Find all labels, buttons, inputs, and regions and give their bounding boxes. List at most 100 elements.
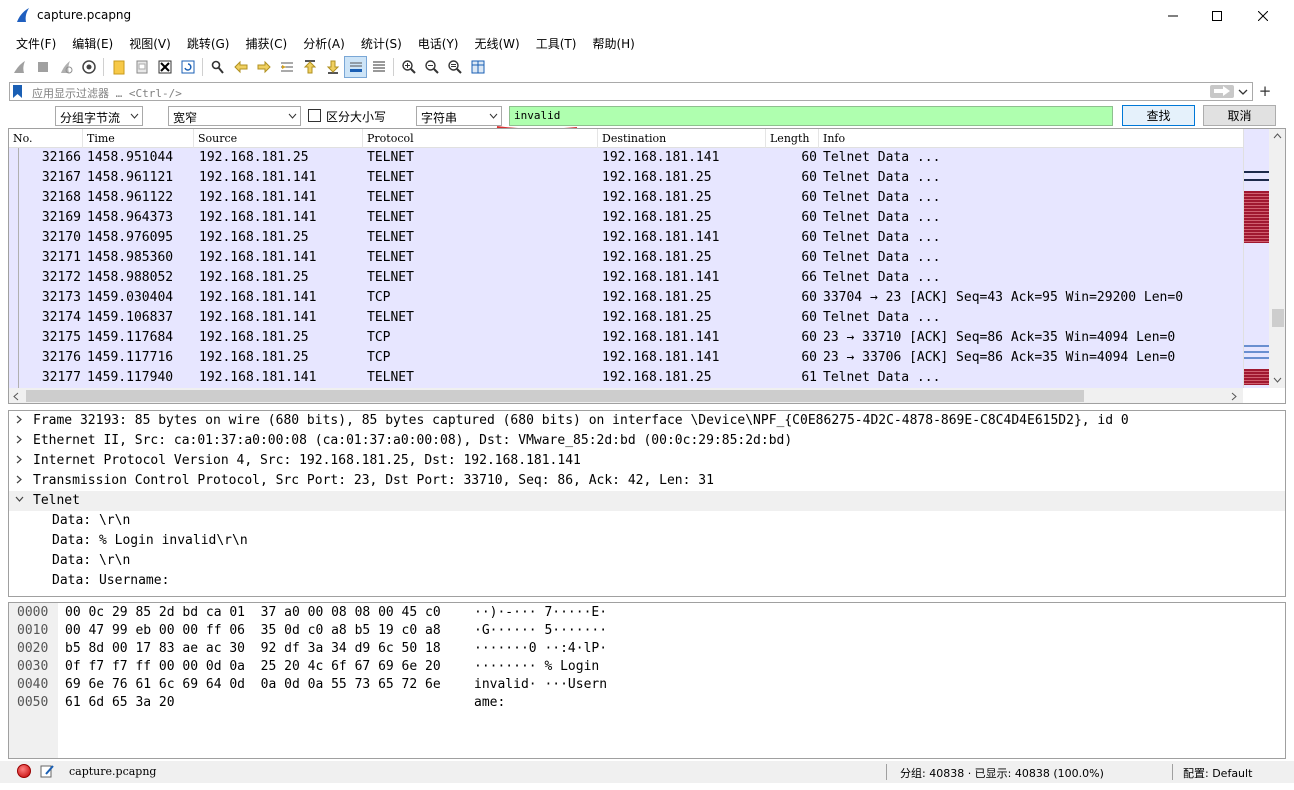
column-header-source[interactable]: Source: [194, 129, 363, 148]
chevron-right-icon[interactable]: [1231, 392, 1237, 401]
menu-analyze[interactable]: 分析(A): [295, 32, 353, 54]
detail-protocol-row[interactable]: Telnet: [9, 491, 1285, 511]
packet-row[interactable]: 32170 1458.976095 192.168.181.25 TELNET 192.…: [9, 228, 1243, 248]
restart-capture-button[interactable]: [54, 56, 77, 78]
chevron-up-icon[interactable]: [1273, 133, 1282, 139]
column-header-destination[interactable]: Destination: [598, 129, 766, 148]
packet-row[interactable]: 32166 1458.951044 192.168.181.25 TELNET 192.…: [9, 148, 1243, 168]
detail-field-row[interactable]: Data: \r\n: [9, 511, 1285, 531]
column-header-no[interactable]: No.: [9, 129, 83, 148]
detail-protocol-row[interactable]: Transmission Control Protocol, Src Port:…: [9, 471, 1285, 491]
chevron-left-icon[interactable]: [13, 392, 19, 401]
detail-protocol-row[interactable]: Ethernet II, Src: ca:01:37:a0:00:08 (ca:…: [9, 431, 1285, 451]
column-header-time[interactable]: Time: [83, 129, 194, 148]
packet-list-horizontal-scrollbar[interactable]: [9, 388, 1243, 403]
minimize-button[interactable]: [1150, 0, 1196, 31]
menu-help[interactable]: 帮助(H): [584, 32, 642, 54]
vertical-scroll-track[interactable]: [1269, 129, 1285, 388]
chevron-right-icon[interactable]: [15, 455, 24, 464]
zoom-reset-button[interactable]: [443, 56, 466, 78]
chevron-right-icon[interactable]: [15, 435, 24, 444]
apply-filter-button[interactable]: [1210, 85, 1234, 98]
packet-row[interactable]: 32174 1459.106837 192.168.181.141 TELNET 192…: [9, 308, 1243, 328]
menu-tools[interactable]: 工具(T): [528, 32, 585, 54]
menu-view[interactable]: 视图(V): [121, 32, 179, 54]
save-file-button[interactable]: [130, 56, 153, 78]
chevron-down-icon[interactable]: [15, 495, 24, 504]
bytes-hex: 00 0c 29 85 2d bd ca 01 37 a0 00 08 08 0…: [65, 605, 441, 620]
case-sensitive-label: 区分大小写: [326, 110, 387, 124]
auto-scroll-button[interactable]: [344, 56, 367, 78]
packet-row[interactable]: 32171 1458.985360 192.168.181.141 TELNET 192…: [9, 248, 1243, 268]
go-back-button[interactable]: [229, 56, 252, 78]
cell-destination: 192.168.181.141: [602, 270, 720, 285]
packet-row[interactable]: 32173 1459.030404 192.168.181.141 TCP 192.16…: [9, 288, 1243, 308]
status-profile[interactable]: 配置: Default: [1183, 765, 1252, 781]
packet-minimap[interactable]: [1244, 129, 1269, 388]
reload-file-button[interactable]: [176, 56, 199, 78]
chevron-down-icon[interactable]: [1237, 85, 1249, 98]
expert-info-icon[interactable]: [17, 764, 31, 778]
menu-statistics[interactable]: 统计(S): [353, 32, 410, 54]
stop-capture-button[interactable]: [31, 56, 54, 78]
packet-row[interactable]: 32177 1459.117940 192.168.181.141 TELNET 192…: [9, 368, 1243, 388]
packet-row[interactable]: 32176 1459.117716 192.168.181.25 TCP 192.168…: [9, 348, 1243, 368]
packet-row[interactable]: 32169 1458.964373 192.168.181.141 TELNET 192…: [9, 208, 1243, 228]
menu-go[interactable]: 跳转(G): [179, 32, 238, 54]
colorize-button[interactable]: [367, 56, 390, 78]
status-bar: capture.pcapng 分组: 40838 · 已显示: 40838 (1…: [0, 761, 1294, 783]
search-in-select[interactable]: 分组字节流: [55, 106, 143, 126]
find-button[interactable]: 查找: [1122, 105, 1195, 126]
cell-source: 192.168.181.141: [199, 310, 317, 325]
search-input[interactable]: invalid: [509, 106, 1113, 126]
packet-row[interactable]: 32167 1458.961121 192.168.181.141 TELNET 192…: [9, 168, 1243, 188]
cell-destination: 192.168.181.141: [602, 150, 720, 165]
search-type-select[interactable]: 字符串: [416, 106, 502, 126]
packet-list-vertical-scrollbar[interactable]: [1243, 129, 1285, 388]
detail-field-row[interactable]: Data: \r\n: [9, 551, 1285, 571]
last-packet-button[interactable]: [321, 56, 344, 78]
vertical-scroll-thumb[interactable]: [1272, 309, 1284, 327]
menu-edit[interactable]: 编辑(E): [64, 32, 121, 54]
horizontal-scroll-thumb[interactable]: [26, 390, 1084, 402]
comment-edit-icon[interactable]: [40, 764, 54, 778]
find-packet-button[interactable]: [206, 56, 229, 78]
menu-capture[interactable]: 捕获(C): [237, 32, 295, 54]
add-filter-button[interactable]: +: [1258, 82, 1272, 100]
bookmark-icon[interactable]: [13, 85, 22, 98]
detail-protocol-row[interactable]: Internet Protocol Version 4, Src: 192.16…: [9, 451, 1285, 471]
folder-icon: [113, 60, 124, 75]
case-sensitive-checkbox[interactable]: [308, 109, 321, 122]
arrow-right-icon: [257, 60, 271, 74]
cancel-button[interactable]: 取消: [1203, 105, 1276, 126]
zoom-out-button[interactable]: [420, 56, 443, 78]
packet-row[interactable]: 32168 1458.961122 192.168.181.141 TELNET 192…: [9, 188, 1243, 208]
packet-row[interactable]: 32172 1458.988052 192.168.181.25 TELNET 192.…: [9, 268, 1243, 288]
display-filter-input[interactable]: 应用显示过滤器 … <Ctrl-/>: [9, 82, 1253, 101]
detail-field-row[interactable]: Data: Username:: [9, 571, 1285, 591]
menu-file[interactable]: 文件(F): [8, 32, 64, 54]
column-header-protocol[interactable]: Protocol: [363, 129, 598, 148]
menu-wireless[interactable]: 无线(W): [467, 32, 528, 54]
menu-telephony[interactable]: 电话(Y): [410, 32, 467, 54]
maximize-button[interactable]: [1194, 0, 1240, 31]
go-to-packet-button[interactable]: [275, 56, 298, 78]
chevron-right-icon[interactable]: [15, 415, 24, 424]
column-header-length[interactable]: Length: [766, 129, 819, 148]
go-forward-button[interactable]: [252, 56, 275, 78]
detail-field-row[interactable]: Data: % Login invalid\r\n: [9, 531, 1285, 551]
packet-row[interactable]: 32175 1459.117684 192.168.181.25 TCP 192.168…: [9, 328, 1243, 348]
start-capture-button[interactable]: [8, 56, 31, 78]
column-header-info[interactable]: Info: [819, 129, 1243, 148]
capture-options-button[interactable]: [77, 56, 100, 78]
close-file-button[interactable]: [153, 56, 176, 78]
close-button[interactable]: [1240, 0, 1286, 31]
open-file-button[interactable]: [107, 56, 130, 78]
chevron-down-icon[interactable]: [1273, 377, 1282, 383]
resize-columns-button[interactable]: [466, 56, 489, 78]
detail-protocol-row[interactable]: Frame 32193: 85 bytes on wire (680 bits)…: [9, 411, 1285, 431]
char-width-select[interactable]: 宽窄: [168, 106, 301, 126]
zoom-in-button[interactable]: [397, 56, 420, 78]
first-packet-button[interactable]: [298, 56, 321, 78]
chevron-right-icon[interactable]: [15, 475, 24, 484]
